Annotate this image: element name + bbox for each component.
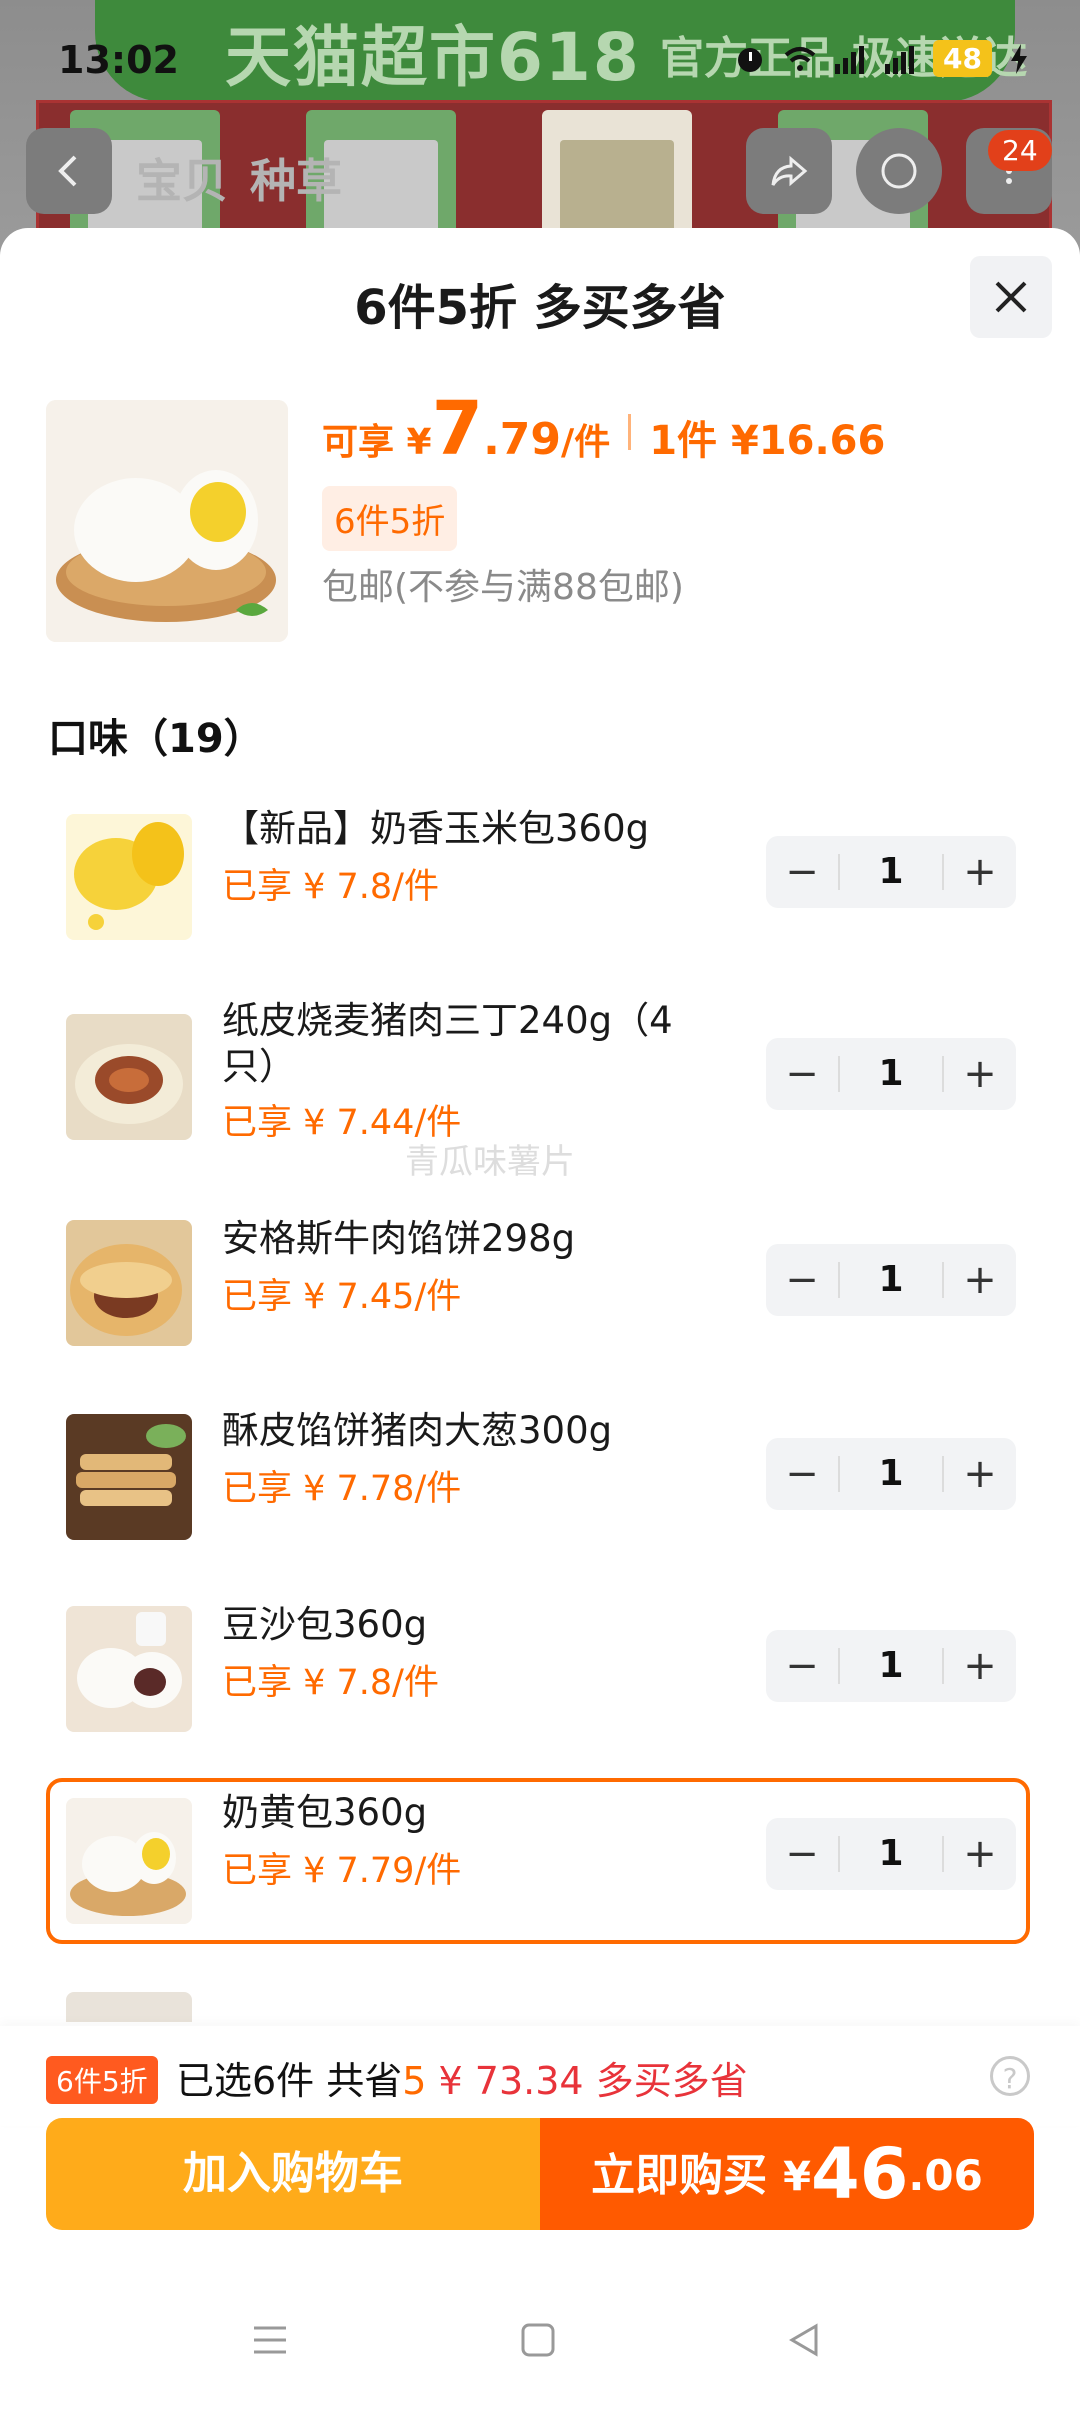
share-button[interactable]: [746, 128, 832, 214]
buy-now-currency: ¥: [783, 2154, 811, 2200]
summary-text: 已选6件 共省5 ¥ 73.34 多买多省: [176, 2050, 748, 2105]
item-thumbnail: [66, 1014, 192, 1140]
item-name: 豆沙包360g: [222, 1603, 428, 1646]
item-price: 已享 ¥ 7.8/件: [222, 867, 439, 907]
item-name: 安格斯牛肉馅饼298g: [222, 1217, 576, 1260]
decrease-button[interactable]: −: [766, 1818, 838, 1890]
quantity-value[interactable]: 1: [840, 836, 942, 908]
menu-icon[interactable]: [250, 2320, 290, 2360]
shipping-info: 包邮(不参与满88包邮): [322, 567, 684, 608]
price-decimal: .79: [483, 414, 562, 465]
promo-tag: 6件5折: [322, 486, 458, 551]
quantity-stepper: − 1 +: [766, 1038, 1016, 1110]
cart-count-badge: 24: [988, 130, 1052, 171]
flavor-item[interactable]: 安格斯牛肉馅饼298g 已享 ¥ 7.45/件 − 1 +: [46, 1204, 1034, 1370]
flavor-item[interactable]: 【新品】奶香玉米包360g 已享 ¥ 7.8/件 − 1 +: [46, 794, 1034, 960]
tab-product[interactable]: 宝贝: [136, 145, 228, 211]
price-unit: /件: [561, 422, 611, 463]
status-bar: 13:02 48: [0, 0, 1080, 120]
quantity-value[interactable]: 1: [840, 1630, 942, 1702]
alarm-icon: [738, 47, 763, 72]
quantity-stepper: − 1 +: [766, 1438, 1016, 1510]
help-icon[interactable]: ?: [990, 2056, 1030, 2096]
quantity-stepper: − 1 +: [766, 1630, 1016, 1702]
back-icon[interactable]: [784, 2320, 824, 2360]
saved-amount: ¥ 73.34: [438, 2059, 584, 2103]
quantity-stepper: − 1 +: [766, 1818, 1016, 1890]
decrease-button[interactable]: −: [766, 1438, 838, 1510]
watermark: 青瓜味薯片: [405, 1142, 575, 1182]
single-price: 1件 ¥16.66: [649, 418, 886, 464]
increase-button[interactable]: +: [944, 836, 1016, 908]
decrease-button[interactable]: −: [766, 1244, 838, 1316]
summary-slogan: 多买多省: [595, 2059, 748, 2103]
chevron-left-icon: [58, 155, 77, 187]
item-price: 已享 ¥ 7.8/件: [222, 1663, 439, 1703]
price-divider: [628, 414, 632, 450]
increase-button[interactable]: +: [944, 1244, 1016, 1316]
item-thumbnail: [66, 1798, 192, 1924]
item-thumbnail: [66, 1606, 192, 1732]
signal-icon: [835, 45, 865, 74]
quantity-value[interactable]: 1: [840, 1438, 942, 1510]
item-price: 已享 ¥ 7.78/件: [222, 1469, 462, 1509]
buy-now-button[interactable]: 立即购买 ¥46.06: [540, 2118, 1034, 2230]
item-price: 已享 ¥ 7.79/件: [222, 1851, 462, 1891]
signal-icon: [885, 45, 915, 74]
item-name: 【新品】奶香玉米包360g: [222, 807, 650, 850]
saved-count: 5: [402, 2059, 427, 2103]
cart-button[interactable]: [856, 128, 942, 214]
quantity-value[interactable]: 1: [840, 1244, 942, 1316]
quantity-stepper: − 1 +: [766, 1244, 1016, 1316]
increase-button[interactable]: +: [944, 1818, 1016, 1890]
item-name: 纸皮烧麦猪肉三丁240g（4只）: [222, 999, 673, 1088]
summary-promo-tag: 6件5折: [46, 2056, 158, 2104]
item-thumbnail: [66, 1220, 192, 1346]
increase-button[interactable]: +: [944, 1438, 1016, 1510]
price-prefix: 可享 ¥: [322, 422, 432, 463]
item-thumbnail: [66, 1414, 192, 1540]
next-item-thumbnail: [66, 1992, 192, 2022]
add-to-cart-button[interactable]: 加入购物车: [46, 2118, 540, 2230]
quantity-value[interactable]: 1: [840, 1818, 942, 1890]
battery-level: 48: [933, 40, 992, 77]
status-time: 13:02: [58, 38, 179, 82]
decrease-button[interactable]: −: [766, 1038, 838, 1110]
item-price: 已享 ¥ 7.45/件: [222, 1277, 462, 1317]
home-icon[interactable]: [518, 2320, 558, 2360]
summary-bar: 6件5折 已选6件 共省5 ¥ 73.34 多买多省 ?: [0, 2026, 1080, 2126]
buy-now-integer: 46: [811, 2133, 909, 2215]
price-line: 可享 ¥7.79/件 1件 ¥16.66: [322, 386, 885, 472]
decrease-button[interactable]: −: [766, 1630, 838, 1702]
flavor-item-selected[interactable]: 奶黄包360g 已享 ¥ 7.79/件 − 1 +: [46, 1778, 1030, 1944]
close-icon: [995, 281, 1027, 313]
buy-now-decimal: .06: [908, 2151, 983, 2200]
sheet-title: 6件5折 多买多省: [354, 280, 726, 336]
decrease-button[interactable]: −: [766, 836, 838, 908]
item-name: 酥皮馅饼猪肉大葱300g: [222, 1409, 613, 1452]
cart-icon: [881, 153, 917, 189]
increase-button[interactable]: +: [944, 1630, 1016, 1702]
increase-button[interactable]: +: [944, 1038, 1016, 1110]
quantity-stepper: − 1 +: [766, 836, 1016, 908]
selected-count-text: 已选6件 共省: [176, 2059, 403, 2103]
quantity-value[interactable]: 1: [840, 1038, 942, 1110]
system-navigation-bar: [0, 2280, 1080, 2412]
flavor-item[interactable]: 豆沙包360g 已享 ¥ 7.8/件 − 1 +: [46, 1590, 1034, 1756]
wifi-icon: [784, 46, 816, 71]
price-integer: 7: [431, 386, 484, 472]
charging-icon: [1011, 43, 1027, 74]
item-name: 奶黄包360g: [222, 1791, 428, 1834]
back-button[interactable]: [26, 128, 112, 214]
buy-now-label: 立即购买: [591, 2150, 768, 2201]
item-thumbnail: [66, 814, 192, 940]
close-button[interactable]: [970, 256, 1052, 338]
tab-recommend[interactable]: 种草: [250, 145, 342, 211]
flavor-section-title: 口味（19）: [48, 716, 264, 762]
flavor-item[interactable]: 酥皮馅饼猪肉大葱300g 已享 ¥ 7.78/件 − 1 +: [46, 1396, 1034, 1562]
share-icon: [771, 155, 808, 187]
product-main-image: [46, 400, 288, 642]
